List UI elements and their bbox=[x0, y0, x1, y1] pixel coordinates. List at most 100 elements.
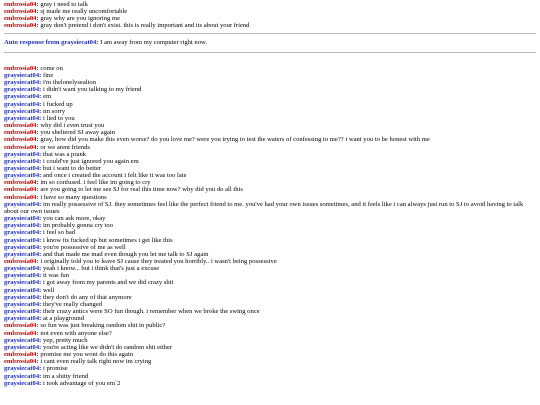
sender-name: embrosia04 bbox=[4, 186, 37, 194]
sender-name: graysiecat04 bbox=[4, 365, 40, 373]
message-text: their crazy antics were SO fun though. i… bbox=[43, 308, 260, 316]
chat-message: graysiecat04: at a playground bbox=[4, 315, 536, 322]
divider bbox=[4, 51, 536, 53]
chat-message: graysiecat04: i didn't want you talking … bbox=[4, 86, 536, 93]
sender-name: embrosia04 bbox=[4, 322, 37, 330]
chat-message: embrosia04: or we arent friends bbox=[4, 144, 536, 151]
chat-message: embrosia04: come on bbox=[4, 65, 536, 72]
chat-message: graysiecat04: im sorry bbox=[4, 108, 536, 115]
chat-message: graysiecat04: they don't do any of that … bbox=[4, 294, 536, 301]
chat-message: graysiecat04: but i want to do better bbox=[4, 165, 536, 172]
message-text: yep, pretty much bbox=[43, 336, 88, 344]
chat-message: embrosia04: you sheltered SJ away again bbox=[4, 129, 536, 136]
sender-name: graysiecat04 bbox=[4, 265, 40, 273]
message-text: im a shitty friend bbox=[43, 372, 89, 380]
sender-name: graysiecat04 bbox=[4, 93, 40, 101]
message-text: i cant even really talk right now im cry… bbox=[40, 358, 152, 366]
chat-message: graysiecat04: that was a prank bbox=[4, 151, 536, 158]
message-text: im really possessive of SJ. they sometim… bbox=[4, 200, 524, 215]
sender-name: embrosia04 bbox=[4, 15, 37, 23]
sender-name: embrosia04 bbox=[4, 1, 37, 8]
message-text: i feel so bad bbox=[43, 229, 76, 237]
auto-response-text: I am away from my computer right now. bbox=[100, 38, 207, 46]
sender-name: graysiecat04 bbox=[4, 336, 40, 344]
chat-message: graysiecat04: i know its fucked up but s… bbox=[4, 237, 536, 244]
message-text: i know its fucked up but sometimes i get… bbox=[43, 236, 173, 244]
chat-message: embrosia04: are you going to let me see … bbox=[4, 186, 536, 193]
message-text: you're acting like we didn't do random s… bbox=[43, 343, 173, 351]
message-text: i didn't want you talking to my friend bbox=[43, 86, 142, 94]
sender-name: graysiecat04 bbox=[4, 200, 40, 208]
sender-name: embrosia04 bbox=[4, 122, 37, 130]
chat-message: graysiecat04: im a shitty friend bbox=[4, 373, 536, 380]
message-text: but i want to do better bbox=[43, 164, 102, 172]
message-text: they don't do any of that anymore bbox=[43, 293, 132, 301]
chat-message: graysiecat04: you're possessive of me as… bbox=[4, 244, 536, 251]
message-text: i got away from my parents and we did cr… bbox=[43, 279, 174, 287]
auto-response: Auto response from graysiecat04: I am aw… bbox=[4, 39, 536, 46]
chat-message: graysiecat04: im probably gonna cry too bbox=[4, 222, 536, 229]
sender-name: embrosia04 bbox=[4, 258, 37, 265]
chat-message: graysiecat04: fine bbox=[4, 72, 536, 79]
message-text: come on bbox=[40, 64, 63, 72]
message-text: it was fun bbox=[43, 272, 70, 280]
sender-name: graysiecat04 bbox=[4, 100, 40, 108]
sender-name: embrosia04 bbox=[4, 143, 37, 151]
chat-message: graysiecat04: i got away from my parents… bbox=[4, 279, 536, 286]
sender-name: graysiecat04 bbox=[4, 71, 40, 79]
message-text: you can ask more, okay bbox=[43, 215, 106, 223]
chat-message: graysiecat04: i took advantage of you em… bbox=[4, 380, 536, 387]
chat-message: embrosia04: gray i need to talk bbox=[4, 1, 536, 8]
chat-message: graysiecat04: it was fun bbox=[4, 272, 536, 279]
chat-message: graysiecat04: i'm thelonelysealion bbox=[4, 79, 536, 86]
chat-message: embrosia04: why did i even trust you bbox=[4, 122, 536, 129]
message-text: and that made me mad even though you let… bbox=[43, 250, 209, 258]
message-text: im sorry bbox=[43, 107, 66, 115]
chat-message: embrosia04: i originally told you to lea… bbox=[4, 258, 536, 265]
sender-name: embrosia04 bbox=[4, 129, 37, 137]
message-text: i'm thelonelysealion bbox=[43, 79, 97, 87]
sender-name: graysiecat04 bbox=[4, 157, 40, 165]
message-text: gray why are you ignoring me bbox=[40, 15, 120, 23]
message-text: gray don't pretend i don't exist. this i… bbox=[40, 22, 250, 30]
message-text: i could've just ignored you again em bbox=[43, 157, 139, 165]
sender-name: embrosia04 bbox=[4, 193, 37, 201]
chat-message: graysiecat04: their crazy antics were SO… bbox=[4, 308, 536, 315]
sender-name: embrosia04 bbox=[4, 179, 37, 187]
message-text: well bbox=[43, 286, 55, 294]
sender-name: graysiecat04 bbox=[4, 150, 40, 158]
sender-name: graysiecat04 bbox=[4, 293, 40, 301]
chat-message: embrosia04: i have so many questions bbox=[4, 194, 536, 201]
sender-name: graysiecat04 bbox=[4, 343, 40, 351]
sender-name: graysiecat04 bbox=[4, 164, 40, 172]
message-text: you're possessive of me as well bbox=[43, 243, 126, 251]
sender-name: graysiecat04 bbox=[4, 86, 40, 94]
sender-name: graysiecat04 bbox=[4, 172, 40, 180]
message-text: are you going to let me see SJ for real … bbox=[40, 186, 243, 194]
sender-name: graysiecat04 bbox=[4, 222, 40, 230]
sender-name: graysiecat04 bbox=[4, 272, 40, 280]
sender-name: graysiecat04 bbox=[4, 79, 40, 87]
chat-message: graysiecat04: i could've just ignored yo… bbox=[4, 158, 536, 165]
message-group-top: embrosia04: gray i need to talk embrosia0… bbox=[4, 1, 536, 30]
sender-name: graysiecat04 bbox=[4, 215, 40, 223]
chat-message: graysiecat04: and that made me mad even … bbox=[4, 251, 536, 258]
message-text: that was a prank bbox=[43, 150, 87, 158]
message-text: promise me you wont do this again bbox=[40, 351, 134, 359]
message-text: i have so many questions bbox=[40, 193, 107, 201]
chat-message: embrosia04: sj made me really uncomforta… bbox=[4, 8, 536, 15]
sender-name: graysiecat04 bbox=[4, 372, 40, 380]
message-text: im so confused. i feel like im going to … bbox=[40, 179, 151, 187]
chat-message: embrosia04: so fun was just breaking ran… bbox=[4, 322, 536, 329]
chat-message: graysiecat04: you're acting like we didn… bbox=[4, 344, 536, 351]
sender-name: graysiecat04 bbox=[4, 243, 40, 251]
sender-name: graysiecat04 bbox=[4, 229, 40, 237]
sender-name: embrosia04 bbox=[4, 329, 37, 337]
chat-message: embrosia04: gray don't pretend i don't e… bbox=[4, 22, 536, 29]
message-text: im probably gonna cry too bbox=[43, 222, 113, 230]
message-text: yeah i know... but i think that's just a… bbox=[43, 265, 160, 273]
message-text: i lied to you bbox=[43, 114, 75, 122]
sender-name: embrosia04 bbox=[4, 358, 37, 366]
chat-message: graysiecat04: they've really changed bbox=[4, 301, 536, 308]
sender-name: graysiecat04 bbox=[4, 236, 40, 244]
